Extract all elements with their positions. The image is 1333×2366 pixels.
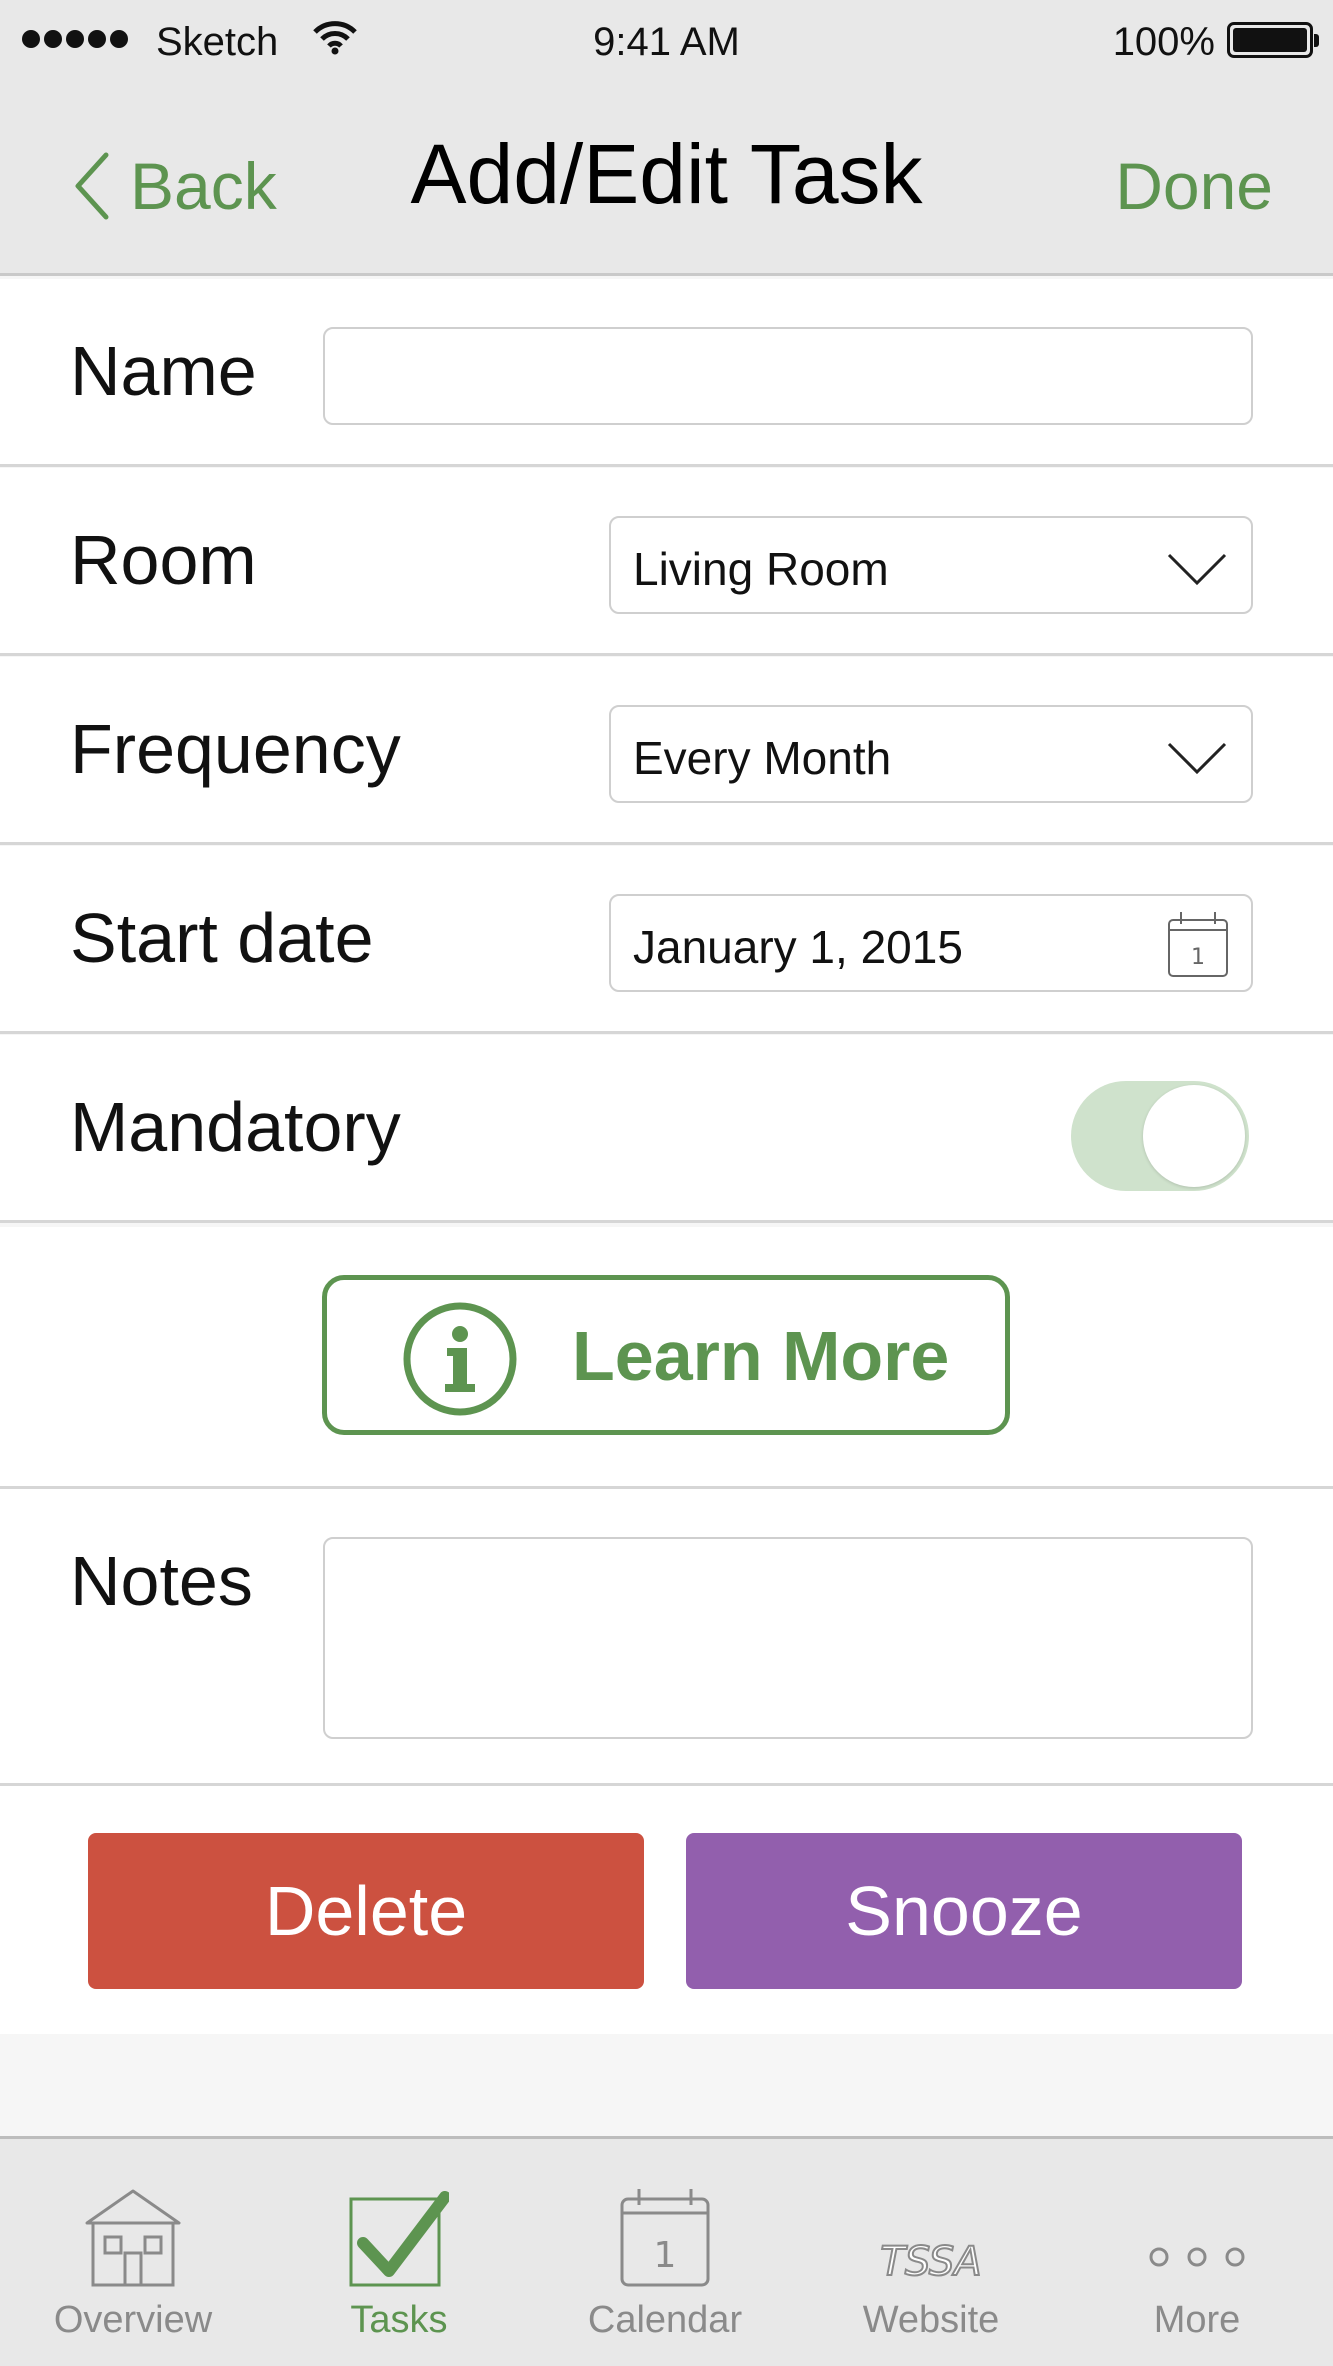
tab-overview[interactable]: Overview [0, 2139, 266, 2366]
tab-bar: Overview Tasks 1 Calendar TSSA Website M… [0, 2136, 1333, 2366]
chevron-down-icon [1167, 742, 1227, 775]
tab-website[interactable]: TSSA Website [798, 2139, 1064, 2366]
battery-percentage: 100% [1112, 20, 1215, 64]
delete-button[interactable]: Delete [88, 1833, 644, 1989]
toggle-knob [1143, 1085, 1245, 1187]
tab-tasks[interactable]: Tasks [266, 2139, 532, 2366]
name-input[interactable] [323, 327, 1253, 425]
tab-label: Overview [53, 2299, 213, 2341]
tab-label: Tasks [350, 2299, 448, 2341]
calendar-icon-day: 1 [1191, 945, 1205, 970]
action-buttons: Delete Snooze [0, 1786, 1333, 2034]
chevron-down-icon [1167, 553, 1227, 586]
name-row: Name [0, 279, 1333, 467]
frequency-select[interactable]: Every Month [609, 705, 1253, 803]
start-date-value: January 1, 2015 [633, 921, 963, 973]
done-button[interactable]: Done [1115, 148, 1273, 224]
battery-icon [1227, 22, 1319, 58]
tab-label: More [1153, 2299, 1241, 2341]
snooze-button[interactable]: Snooze [686, 1833, 1242, 1989]
tab-more[interactable]: More [1064, 2139, 1330, 2366]
room-value: Living Room [633, 543, 889, 595]
navigation-bar: Back Add/Edit Task Done [0, 86, 1333, 276]
room-label: Room [70, 521, 257, 599]
mandatory-label: Mandatory [70, 1088, 401, 1166]
frequency-row: Frequency Every Month [0, 657, 1333, 845]
tab-calendar[interactable]: 1 Calendar [532, 2139, 798, 2366]
start-date-row: Start date January 1, 2015 1 [0, 846, 1333, 1034]
house-icon [85, 2189, 181, 2287]
frequency-label: Frequency [70, 710, 401, 788]
start-date-picker[interactable]: January 1, 2015 1 [609, 894, 1253, 992]
calendar-icon: 1 [620, 2189, 710, 2287]
calendar-icon: 1 [1168, 912, 1228, 977]
checkbox-icon [349, 2191, 449, 2287]
learn-more-label: Learn More [572, 1317, 950, 1395]
info-icon [403, 1302, 517, 1416]
mandatory-toggle[interactable] [1071, 1081, 1249, 1191]
calendar-icon-day: 1 [654, 2235, 677, 2276]
status-bar: Sketch 9:41 AM 100% [0, 0, 1333, 86]
notes-textarea[interactable] [323, 1537, 1253, 1739]
room-row: Room Living Room [0, 468, 1333, 656]
tab-label: Website [862, 2299, 1000, 2341]
frequency-value: Every Month [633, 732, 892, 784]
learn-more-button[interactable]: Learn More [322, 1275, 1010, 1435]
notes-label: Notes [70, 1542, 253, 1620]
more-icon [1149, 2247, 1245, 2267]
name-label: Name [70, 332, 257, 410]
tssa-logo-text: TSSA [880, 2239, 981, 2285]
tab-label: Calendar [587, 2299, 743, 2341]
tssa-logo-icon: TSSA [879, 2238, 982, 2286]
notes-row: Notes [0, 1486, 1333, 1786]
start-date-label: Start date [70, 899, 374, 977]
room-select[interactable]: Living Room [609, 516, 1253, 614]
mandatory-row: Mandatory [0, 1035, 1333, 1223]
